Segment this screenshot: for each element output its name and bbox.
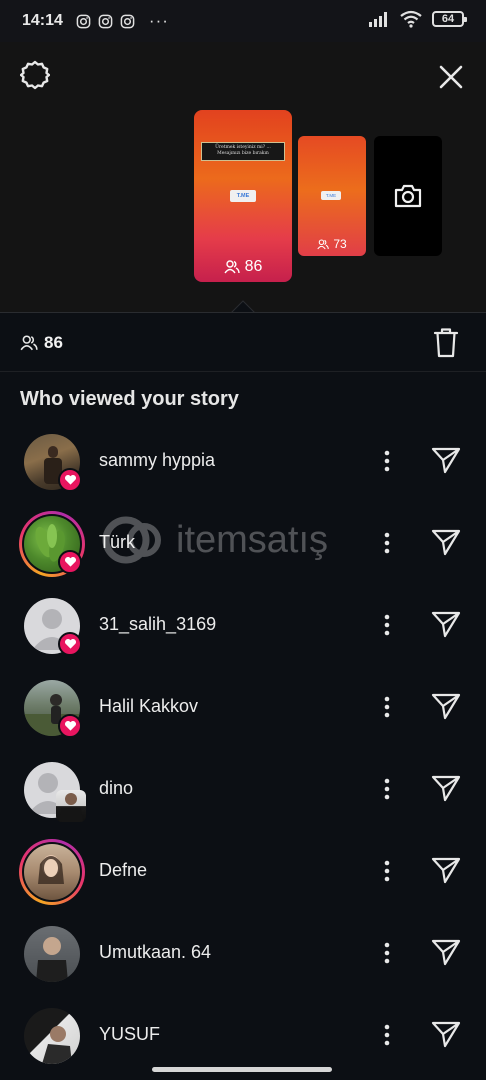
more-options-icon[interactable]	[378, 612, 396, 638]
viewer-row[interactable]: dino	[0, 748, 486, 830]
viewer-username[interactable]: YUSUF	[99, 1024, 160, 1045]
home-indicator[interactable]	[152, 1067, 332, 1072]
liked-heart-icon	[58, 550, 82, 574]
add-story-camera-button[interactable]	[374, 136, 442, 256]
liked-heart-icon	[58, 714, 82, 738]
viewer-username[interactable]: 31_salih_3169	[99, 614, 216, 635]
send-message-icon[interactable]	[430, 936, 462, 968]
more-options-icon[interactable]	[378, 448, 396, 474]
story-viewer-count-value: 73	[333, 237, 347, 251]
avatar-container	[24, 1008, 80, 1064]
send-message-icon[interactable]	[430, 854, 462, 886]
viewer-username[interactable]: dino	[99, 778, 133, 799]
avatar[interactable]	[24, 926, 80, 982]
story-banner-text: Üretmek isteyiniz mi? ... Mesajınızı biz…	[201, 142, 285, 161]
avatar-container	[19, 839, 85, 905]
viewer-username[interactable]: Defne	[99, 860, 147, 881]
viewer-username[interactable]: Halil Kakkov	[99, 696, 198, 717]
story-link-sticker: T.ME	[321, 191, 341, 200]
people-icon	[317, 238, 330, 249]
more-options-icon[interactable]	[378, 694, 396, 720]
viewer-username[interactable]: sammy hyppia	[99, 450, 215, 471]
viewer-row[interactable]: Halil Kakkov	[0, 666, 486, 748]
more-options-icon[interactable]	[378, 858, 396, 884]
watermark-logo: itemsatış	[102, 516, 328, 564]
system-indicators: 64	[368, 10, 467, 28]
status-bar: 14:14 ··· 64	[0, 0, 486, 42]
liked-heart-icon	[58, 468, 82, 492]
avatar-container	[19, 511, 85, 577]
more-options-icon[interactable]	[378, 776, 396, 802]
send-message-icon[interactable]	[430, 690, 462, 722]
send-message-icon[interactable]	[430, 526, 462, 558]
send-message-icon[interactable]	[430, 444, 462, 476]
people-icon	[20, 335, 38, 351]
instagram-icon	[120, 14, 135, 28]
avatar-container	[24, 598, 82, 656]
avatar-container	[24, 434, 82, 492]
svg-text:itemsatış: itemsatış	[176, 519, 328, 561]
total-viewers: 86	[20, 333, 63, 353]
settings-gear-icon[interactable]	[20, 60, 50, 90]
story-viewer-count: 73	[298, 237, 366, 251]
viewer-row[interactable]: 31_salih_3169	[0, 584, 486, 666]
more-options-icon[interactable]	[378, 1022, 396, 1048]
liked-heart-icon	[58, 632, 82, 656]
viewer-row[interactable]: Umutkaan. 64	[0, 912, 486, 994]
instagram-icon	[76, 14, 91, 28]
viewer-row[interactable]: YUSUF	[0, 994, 486, 1076]
mini-profile-photo	[56, 790, 86, 822]
status-time: 14:14	[22, 12, 63, 29]
people-icon	[224, 260, 240, 274]
camera-icon	[394, 184, 422, 208]
avatar[interactable]	[24, 1008, 80, 1064]
story-link-sticker: T.ME	[230, 190, 256, 202]
story-viewer-count: 86	[194, 258, 292, 276]
more-notifications-indicator: ···	[148, 11, 169, 30]
viewer-row[interactable]: Defne	[0, 830, 486, 912]
avatar-container	[24, 762, 86, 822]
delete-story-trash-icon[interactable]	[432, 327, 460, 359]
avatar-container	[24, 926, 80, 982]
signal-icon	[369, 12, 387, 27]
story-preview-area: Üretmek isteyiniz mi? ... Mesajınızı biz…	[0, 42, 486, 314]
send-message-icon[interactable]	[430, 1018, 462, 1050]
battery-indicator: 64	[432, 11, 467, 27]
story-viewer-count-value: 86	[244, 258, 263, 275]
viewer-username[interactable]: Umutkaan. 64	[99, 942, 211, 963]
viewer-summary-bar: 86	[0, 312, 486, 372]
total-viewers-value: 86	[44, 333, 63, 352]
avatar-container	[24, 680, 82, 738]
viewers-section-title: Who viewed your story	[20, 388, 239, 410]
more-options-icon[interactable]	[378, 940, 396, 966]
send-message-icon[interactable]	[430, 772, 462, 804]
viewer-row[interactable]: sammy hyppia	[0, 420, 486, 502]
story-thumbnail-selected[interactable]: Üretmek isteyiniz mi? ... Mesajınızı biz…	[194, 110, 292, 282]
close-icon[interactable]	[436, 62, 466, 92]
instagram-icon	[98, 14, 113, 28]
send-message-icon[interactable]	[430, 608, 462, 640]
story-thumbnail[interactable]: T.ME 73	[298, 136, 366, 256]
wifi-icon	[400, 10, 422, 28]
avatar[interactable]	[24, 844, 80, 900]
